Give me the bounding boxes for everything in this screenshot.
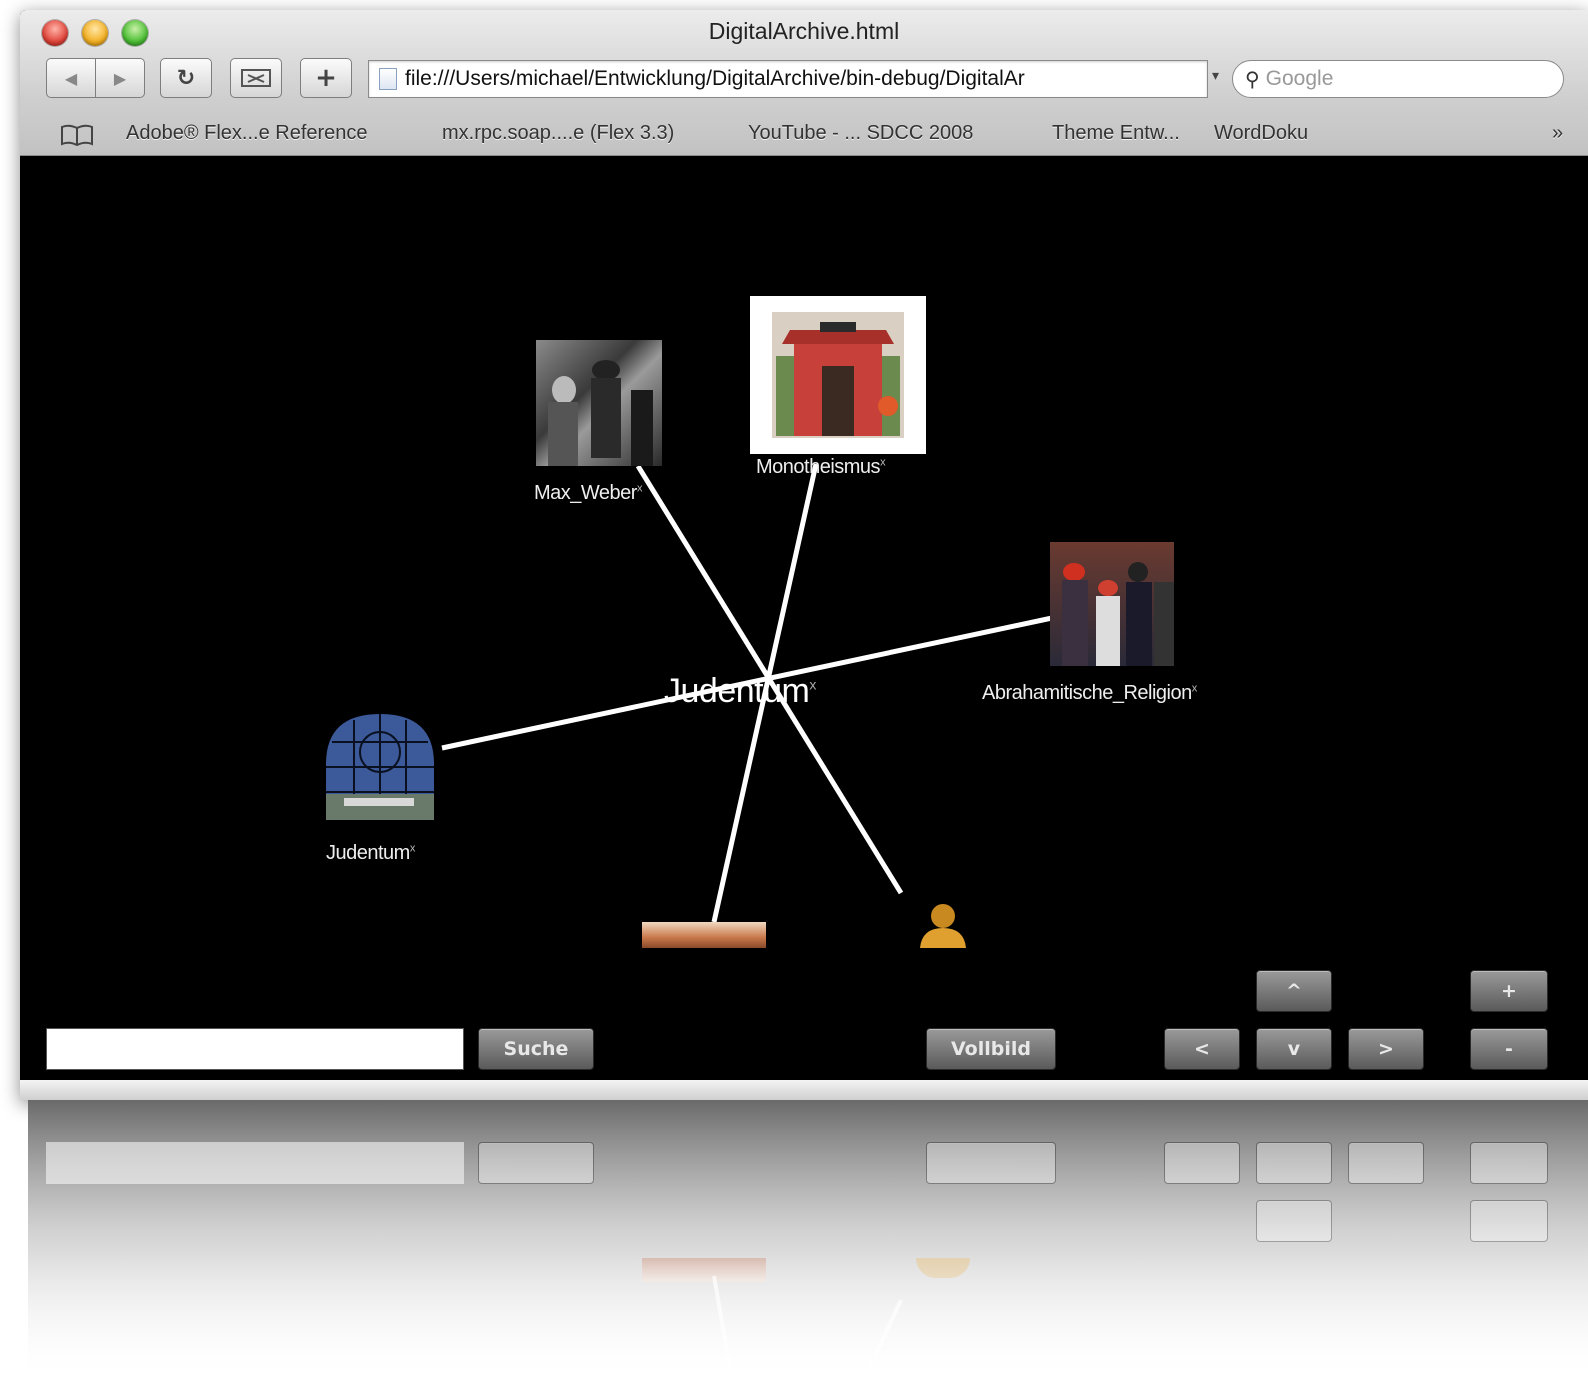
node-judentum-image[interactable] [324, 712, 436, 822]
search-input[interactable] [46, 1028, 464, 1070]
add-bookmark-button[interactable]: + [300, 58, 352, 98]
bookmark-worddoku[interactable]: WordDoku [1214, 122, 1308, 145]
window-bottom-bar [20, 1080, 1588, 1100]
node-max-weber-image[interactable] [536, 340, 662, 466]
search-button[interactable]: Suche [478, 1028, 594, 1070]
bookmark-youtube[interactable]: YouTube - ... SDCC 2008 [748, 122, 973, 145]
pan-right-button[interactable]: > [1348, 1028, 1424, 1070]
address-bar-url: file:///Users/michael/Entwicklung/Digita… [405, 67, 1025, 90]
zoom-out-button[interactable]: - [1470, 1028, 1548, 1070]
search-field[interactable]: ⚲ Google [1232, 60, 1564, 98]
reload-button[interactable]: ↻ [160, 58, 212, 98]
bookmark-adobe-flex[interactable]: Adobe® Flex...e Reference [126, 122, 368, 145]
center-node-label[interactable]: Judentumx [664, 672, 816, 711]
address-dropdown-icon[interactable]: ▾ [1212, 68, 1219, 84]
node-figure-image[interactable] [916, 900, 970, 948]
snapback-button[interactable] [230, 58, 282, 98]
pan-left-button[interactable]: < [1164, 1028, 1240, 1070]
close-center-node-icon[interactable]: x [809, 677, 816, 693]
reload-icon: ↻ [176, 65, 196, 91]
page-favicon-icon [379, 68, 397, 90]
stained-glass-window-icon [326, 714, 434, 820]
node-landscape-image[interactable] [642, 922, 766, 948]
node-label-text: Abrahamitische_Religion [982, 682, 1192, 704]
photo-icon [772, 312, 904, 438]
close-node-icon[interactable]: x [410, 842, 416, 854]
node-label-text: Monotheismus [756, 456, 881, 478]
center-node-text: Judentum [664, 672, 810, 710]
address-bar[interactable]: file:///Users/michael/Entwicklung/Digita… [368, 60, 1208, 98]
browser-window: DigitalArchive.html ◀ ▶ ↻ + file:///User… [20, 10, 1588, 1100]
node-abrahamitische-religion-image[interactable] [1050, 542, 1174, 666]
node-monotheismus-image[interactable] [750, 296, 926, 454]
person-icon [920, 904, 966, 948]
reflection-fade [20, 1100, 1588, 1392]
node-label-text: Max_Weber [534, 482, 637, 504]
forward-button[interactable]: ▶ [95, 58, 145, 98]
search-placeholder: Google [1265, 67, 1334, 90]
plus-icon: + [315, 63, 337, 93]
photo-icon [548, 360, 653, 466]
bookmarks-bar: Adobe® Flex...e Reference mx.rpc.soap...… [20, 112, 1588, 154]
pan-down-button[interactable]: v [1256, 1028, 1332, 1070]
flex-app-canvas[interactable]: Max_Weberx Monotheismusx Abrahamitische_… [28, 156, 1588, 1080]
browser-chrome: DigitalArchive.html ◀ ▶ ↻ + file:///User… [20, 10, 1588, 156]
fullscreen-button[interactable]: Vollbild [926, 1028, 1056, 1070]
photo-icon [1062, 562, 1174, 666]
close-node-icon[interactable]: x [1192, 682, 1198, 694]
bookmarks-more-icon[interactable]: » [1552, 122, 1563, 145]
node-max-weber-label[interactable]: Max_Weberx [534, 482, 642, 505]
graph-edges [441, 463, 1053, 923]
back-button[interactable]: ◀ [46, 58, 96, 98]
window-reflection [20, 1100, 1588, 1392]
bookmark-theme[interactable]: Theme Entw... [1052, 122, 1180, 145]
open-book-icon[interactable] [60, 124, 94, 146]
node-abrahamitische-religion-label[interactable]: Abrahamitische_Religionx [982, 682, 1197, 705]
node-judentum-label[interactable]: Judentumx [326, 842, 415, 865]
node-monotheismus-label[interactable]: Monotheismusx [756, 456, 886, 479]
node-label-text: Judentum [326, 842, 410, 864]
forward-arrow-icon: ▶ [113, 68, 127, 88]
pan-up-button[interactable]: ^ [1256, 970, 1332, 1012]
bookmark-mx-rpc-soap[interactable]: mx.rpc.soap....e (Flex 3.3) [442, 122, 674, 145]
close-node-icon[interactable]: x [880, 456, 886, 468]
zoom-in-button[interactable]: + [1470, 970, 1548, 1012]
back-arrow-icon: ◀ [64, 68, 78, 88]
close-node-icon[interactable]: x [637, 482, 643, 494]
window-title: DigitalArchive.html [708, 18, 900, 44]
search-icon: ⚲ [1245, 68, 1260, 91]
snapback-icon [241, 69, 271, 87]
